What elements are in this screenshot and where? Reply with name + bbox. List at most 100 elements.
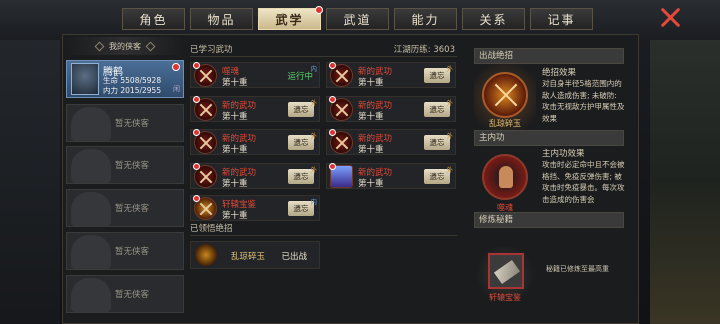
ultimate-effect-text: 对自身半径5格范围内的敌人造成伤害; 未破防: 攻击无视敌方护甲属性及效果 (542, 79, 625, 123)
skill-level: 第十重 (222, 78, 248, 88)
skill-item[interactable]: 新的武功 第十重 遗忘 外 (190, 163, 320, 189)
notification-dot-icon (329, 62, 336, 69)
close-icon[interactable] (659, 6, 681, 28)
manual-icon-label: 轩辕宝鉴 (489, 293, 521, 302)
skill-level: 第十重 (358, 145, 384, 155)
silhouette-icon (71, 107, 111, 141)
ultimate-name: 乱琼碎玉 (231, 252, 266, 262)
skill-level: 第十重 (358, 78, 384, 88)
tab-bar: 角色 物品 武学 武道 能力 关系 记事 (122, 6, 593, 30)
skill-item[interactable]: 新的武功 第十重 遗忘 外 (190, 129, 320, 155)
tab-label: 角色 (139, 12, 168, 27)
background-scene-right (650, 40, 720, 324)
skill-type-tag: 外 (446, 132, 454, 140)
empty-hero-slot[interactable]: 暂无侠客 (66, 189, 184, 227)
skill-item[interactable]: 新的武功 第十重 遗忘 外 (326, 163, 456, 189)
tab-abilities[interactable]: 能力 (394, 8, 457, 30)
skill-level: 第十重 (222, 179, 248, 189)
ultimate-icon[interactable] (482, 72, 528, 118)
notification-dot-icon (329, 163, 336, 170)
empty-hero-slot[interactable]: 暂无侠客 (66, 232, 184, 270)
tab-label: 武道 (343, 12, 372, 27)
sidebar-title-text: 我的侠客 (109, 41, 141, 51)
tab-relations[interactable]: 关系 (462, 8, 525, 30)
skill-type-tag: 内 (310, 198, 318, 206)
notification-dot-icon (315, 6, 323, 14)
skill-level: 第十重 (222, 112, 248, 122)
ultimate-icon (195, 244, 217, 266)
notification-dot-icon (193, 96, 200, 103)
tab-label: 物品 (207, 12, 236, 27)
skill-status: 运行中 (287, 72, 313, 82)
skill-type-tag: 内 (310, 65, 318, 73)
silhouette-icon (71, 278, 111, 312)
comprehended-section-header: 已领悟绝招 (190, 222, 457, 236)
skill-type-tag: 外 (446, 99, 454, 107)
hero-status-tag: 闲 (173, 85, 180, 93)
skill-item[interactable]: 新的武功 第十重 遗忘 外 (326, 96, 456, 122)
notification-dot-icon (193, 62, 200, 69)
skill-type-tag: 外 (310, 166, 318, 174)
detail-panel: 出战绝招 乱琼碎玉 绝招效果 对自身半径5格范围内的敌人造成伤害; 未破防: 攻… (474, 46, 626, 322)
inner-skill-header: 主内功 (474, 130, 624, 146)
skill-type-tag: 外 (310, 99, 318, 107)
tab-label: 关系 (479, 12, 508, 27)
notification-dot-icon (329, 129, 336, 136)
empty-slot-label: 暂无侠客 (115, 204, 150, 214)
skill-item[interactable]: 新的武功 第十重 遗忘 外 (190, 96, 320, 122)
skills-area: 已学习武功 江湖历练: 3603 噬魂 第十重 运行中 内 新的武功 第十重 遗… (190, 40, 457, 322)
skill-item[interactable]: 新的武功 第十重 遗忘 外 (326, 129, 456, 155)
tab-journal[interactable]: 记事 (530, 8, 593, 30)
empty-hero-slot[interactable]: 暂无侠客 (66, 104, 184, 142)
skill-item[interactable]: 噬魂 第十重 运行中 内 (190, 62, 320, 88)
notification-dot-icon (193, 129, 200, 136)
tab-label: 能力 (411, 12, 440, 27)
skill-level: 第十重 (358, 179, 384, 189)
skill-level: 第十重 (358, 112, 384, 122)
skill-level: 第十重 (222, 145, 248, 155)
manual-header: 修炼秘籍 (474, 212, 624, 228)
inner-effect-title: 主内功效果 (542, 149, 585, 159)
skill-type-tag: 外 (446, 166, 454, 174)
section-title: 已领悟绝招 (190, 224, 233, 234)
ultimate-effect-title: 绝招效果 (542, 68, 577, 78)
tab-character[interactable]: 角色 (122, 8, 185, 30)
inner-skill-icon[interactable] (482, 154, 528, 200)
silhouette-icon (71, 149, 111, 183)
figure-icon (499, 166, 513, 188)
tab-label: 武学 (275, 12, 304, 27)
tab-items[interactable]: 物品 (190, 8, 253, 30)
empty-slot-label: 暂无侠客 (115, 161, 150, 171)
skill-level: 第十重 (222, 211, 248, 221)
manual-book-icon[interactable] (488, 253, 524, 289)
tab-label: 记事 (547, 12, 576, 27)
sidebar-title: 我的侠客 (66, 37, 184, 55)
tab-martial-arts[interactable]: 武学 (258, 6, 323, 30)
skill-item[interactable]: 轩辕宝鉴 第十重 遗忘 内 (190, 195, 320, 221)
hero-inner-power: 内力 2015/2955 (103, 86, 162, 95)
game-screen: 角色 物品 武学 武道 能力 关系 记事 我的侠客 腾鹤 生命 5508/592… (0, 0, 720, 324)
notification-dot-icon (329, 96, 336, 103)
empty-slot-label: 暂无侠客 (115, 290, 150, 300)
avatar (71, 63, 99, 95)
tab-martial-way[interactable]: 武道 (326, 8, 389, 30)
learned-section-header: 已学习武功 江湖历练: 3603 (190, 43, 457, 57)
manual-note: 秘籍已修炼至最高重 (546, 265, 609, 273)
hero-slot[interactable]: 腾鹤 生命 5508/5928 内力 2015/2955 闲 (66, 60, 184, 98)
skill-item[interactable]: 新的武功 第十重 遗忘 外 (326, 62, 456, 88)
notification-dot-icon (193, 163, 200, 170)
skill-type-tag: 外 (446, 65, 454, 73)
inner-effect-text: 攻击时必定命中且不会被格挡、免疫反弹伤害; 被攻击时免疫暴击。每次攻击造成的伤害… (542, 160, 625, 204)
ultimate-item[interactable]: 乱琼碎玉 已出战 (190, 241, 320, 269)
empty-slot-label: 暂无侠客 (115, 119, 150, 129)
experience-value: 江湖历练: 3603 (393, 45, 455, 55)
silhouette-icon (71, 192, 111, 226)
empty-slot-label: 暂无侠客 (115, 247, 150, 257)
ultimate-icon-label: 乱琼碎玉 (489, 119, 521, 128)
empty-hero-slot[interactable]: 暂无侠客 (66, 146, 184, 184)
notification-dot-icon (193, 195, 200, 202)
background-scene-left (0, 40, 60, 324)
skill-type-tag: 外 (310, 132, 318, 140)
empty-hero-slot[interactable]: 暂无侠客 (66, 275, 184, 313)
ultimate-status: 已出战 (281, 252, 307, 262)
